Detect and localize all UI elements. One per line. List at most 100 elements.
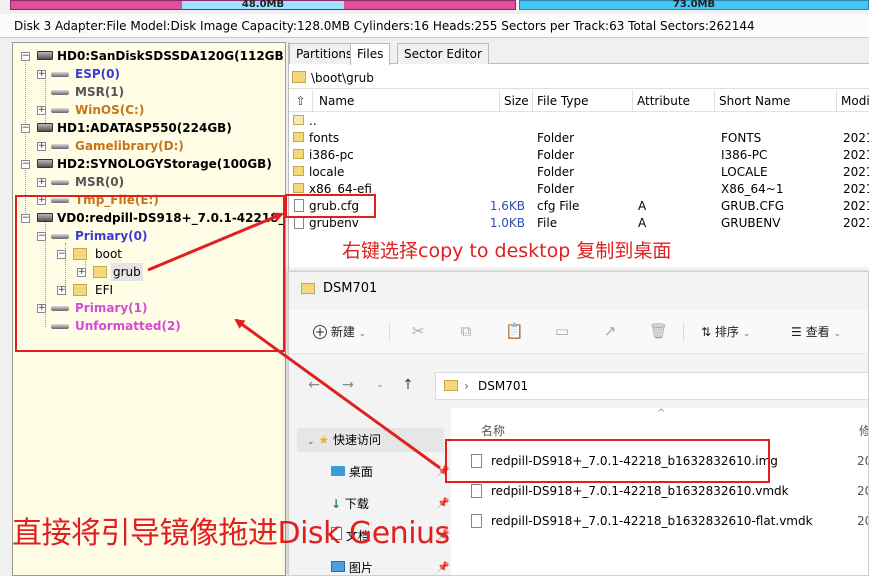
- column-attribute[interactable]: Attribute: [633, 90, 715, 112]
- sidebar-item-desktop[interactable]: 桌面: [331, 460, 441, 484]
- rename-icon[interactable]: ▭: [553, 322, 571, 340]
- tab-bar: Partitions Files Sector Editor: [289, 42, 869, 65]
- file-modified: 2021-: [843, 216, 869, 230]
- chevron-down-icon: ⌄: [307, 437, 315, 447]
- file-short-name: GRUB.CFG: [721, 199, 785, 213]
- tab-sector-editor[interactable]: Sector Editor: [397, 43, 489, 64]
- tab-label: Files: [357, 47, 384, 61]
- column-size[interactable]: Size: [500, 90, 533, 112]
- sidebar-item-quick-access[interactable]: ⌄ ★ 快速访问: [297, 428, 444, 452]
- file-short-name: I386-PC: [721, 148, 768, 162]
- collapse-icon[interactable]: −: [21, 124, 30, 133]
- file-name: fonts: [309, 131, 340, 145]
- address-bar[interactable]: › DSM701: [435, 372, 868, 400]
- column-short-name[interactable]: Short Name: [715, 90, 837, 112]
- expand-icon[interactable]: +: [37, 142, 46, 151]
- tab-files[interactable]: Files: [350, 43, 391, 65]
- list-view-icon: ☰: [791, 325, 802, 339]
- sidebar-item-label: 图片: [348, 561, 373, 575]
- tab-partitions[interactable]: Partitions: [289, 43, 360, 64]
- file-row[interactable]: i386-pc Folder I386-PC 2021-: [289, 147, 869, 164]
- explorer-file-list: ^ 名称 修 redpill-DS918+_7.0.1-42218_b16328…: [451, 408, 868, 575]
- tree-node-hd1[interactable]: − HD1:ADATASP550(224GB): [19, 119, 285, 137]
- tree-node-label: HD0:SanDiskSDSSDA120G(112GB): [57, 49, 286, 63]
- file-type: Folder: [537, 131, 575, 145]
- chevron-down-icon: ⌄: [833, 329, 841, 339]
- tree-node-label: Gamelibrary(D:): [75, 139, 184, 153]
- file-row-grub-cfg[interactable]: grub.cfg 1.6KB cfg File A GRUB.CFG 2021-: [289, 198, 869, 215]
- partition-icon: [51, 108, 69, 113]
- expand-icon[interactable]: +: [37, 106, 46, 115]
- view-button[interactable]: ☰ 查看 ⌄: [791, 322, 841, 342]
- tree-node-label: WinOS(C:): [75, 103, 145, 117]
- chevron-down-icon: ⌄: [358, 329, 367, 339]
- up-arrow-icon[interactable]: ↑: [399, 376, 417, 394]
- up-arrow-icon[interactable]: ⇧: [289, 90, 313, 112]
- partition-segment-1[interactable]: 48.0MB: [10, 0, 516, 10]
- path-bar[interactable]: \boot\grub: [289, 67, 869, 89]
- pin-icon[interactable]: 📌: [437, 562, 449, 573]
- folder-icon: [292, 71, 306, 83]
- tree-node-winos[interactable]: + WinOS(C:): [35, 101, 275, 119]
- folder-icon: [293, 149, 304, 159]
- hard-disk-icon: [37, 159, 53, 168]
- paste-icon[interactable]: 📋: [505, 322, 524, 340]
- sort-up-icon: ^: [657, 408, 666, 419]
- partition-segment-2[interactable]: 73.0MB: [519, 0, 869, 10]
- disk-info-bar: Disk 3 Adapter:File Model:Disk Image Cap…: [0, 14, 869, 38]
- column-modified[interactable]: Modi: [837, 90, 869, 112]
- forward-arrow-icon[interactable]: →: [339, 376, 357, 394]
- file-row-flat-vmdk[interactable]: redpill-DS918+_7.0.1-42218_b1632832610-f…: [471, 508, 868, 534]
- cut-icon[interactable]: ✂: [409, 322, 427, 340]
- explorer-title-bar[interactable]: DSM701: [289, 272, 868, 306]
- folder-icon: [293, 132, 304, 142]
- tree-node-esp[interactable]: + ESP(0): [35, 65, 275, 83]
- partition-icon: [51, 90, 69, 95]
- column-file-type[interactable]: File Type: [533, 90, 633, 112]
- partition-icon: [51, 72, 69, 77]
- file-size: 1.6KB: [489, 199, 525, 213]
- expand-icon[interactable]: +: [37, 178, 46, 187]
- tab-label: Sector Editor: [404, 47, 482, 61]
- share-icon[interactable]: ↗: [601, 322, 619, 340]
- tree-node-hd2[interactable]: − HD2:SYNOLOGYStorage(100GB): [19, 155, 285, 173]
- column-modified[interactable]: 修: [859, 422, 868, 439]
- sidebar-item-pictures[interactable]: 图片: [331, 556, 441, 575]
- collapse-icon[interactable]: −: [21, 160, 30, 169]
- tree-node-gamelibrary[interactable]: + Gamelibrary(D:): [35, 137, 275, 155]
- pin-icon[interactable]: 📌: [437, 466, 449, 477]
- file-row[interactable]: ..: [289, 113, 869, 130]
- file-row[interactable]: fonts Folder FONTS 2021-: [289, 130, 869, 147]
- expand-icon[interactable]: +: [37, 70, 46, 79]
- sort-button[interactable]: ⇅ 排序 ⌄: [701, 322, 750, 342]
- file-row[interactable]: x86_64-efi Folder X86_64~1 2021-: [289, 181, 869, 198]
- tree-node-msr0[interactable]: + MSR(0): [35, 173, 275, 191]
- file-modified: 2021-: [843, 165, 869, 179]
- collapse-icon[interactable]: −: [21, 52, 30, 61]
- column-name[interactable]: Name: [315, 90, 500, 112]
- file-name: locale: [309, 165, 345, 179]
- path-text: \boot\grub: [311, 71, 374, 85]
- column-name[interactable]: 名称: [481, 422, 505, 439]
- explorer-nav-bar: ← → ⌄ ↑ › DSM701: [289, 368, 868, 402]
- new-button[interactable]: + 新建 ⌄: [313, 322, 366, 342]
- annotation-copy-to-desktop: 右键选择copy to desktop 复制到桌面: [342, 240, 672, 262]
- file-attribute: A: [638, 199, 647, 213]
- copy-icon[interactable]: ⧉: [457, 322, 475, 340]
- hard-disk-icon: [37, 51, 53, 60]
- file-row[interactable]: locale Folder LOCALE 2021-: [289, 164, 869, 181]
- tree-node-hd0[interactable]: − HD0:SanDiskSDSSDA120G(112GB): [19, 47, 285, 65]
- file-name: i386-pc: [309, 148, 354, 162]
- delete-icon[interactable]: 🗑: [649, 322, 668, 340]
- file-row[interactable]: grubenv 1.0KB File A GRUBENV 2021-: [289, 215, 869, 232]
- folder-icon: [293, 183, 304, 193]
- file-modified: 2021-: [843, 148, 869, 162]
- address-text: DSM701: [478, 379, 529, 393]
- pin-icon[interactable]: 📌: [437, 498, 449, 509]
- file-short-name: FONTS: [721, 131, 762, 145]
- tree-node-msr1[interactable]: MSR(1): [35, 83, 275, 101]
- tree-node-label: HD1:ADATASP550(224GB): [57, 121, 232, 135]
- disk-info-text: Disk 3 Adapter:File Model:Disk Image Cap…: [14, 19, 755, 33]
- back-arrow-icon[interactable]: ←: [305, 376, 323, 394]
- recent-chevron-icon[interactable]: ⌄: [371, 376, 389, 394]
